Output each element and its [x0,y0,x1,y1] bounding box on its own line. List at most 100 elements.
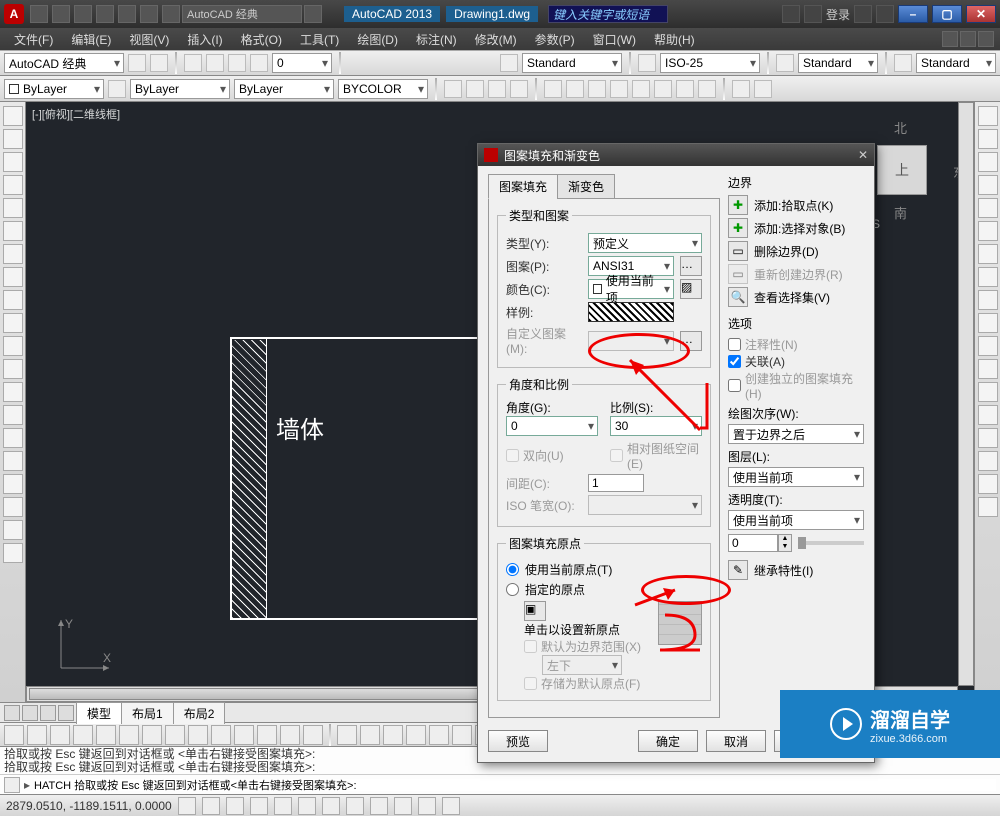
snap-icon[interactable] [4,725,24,745]
tablestyle-icon[interactable] [776,54,794,72]
tool-palette-icon[interactable] [732,80,750,98]
dialog-close-button[interactable]: ✕ [858,148,868,162]
otrack-icon[interactable] [142,725,162,745]
viewcube-south[interactable]: 南 [894,203,907,222]
login-label[interactable]: 登录 [826,6,850,23]
array-icon[interactable] [978,198,998,218]
ellipse-arc-icon[interactable] [3,336,23,356]
menu-window[interactable]: 窗口(W) [585,29,644,50]
arc-icon[interactable] [3,221,23,241]
viewport-icon[interactable] [444,80,462,98]
qat-new-icon[interactable] [30,5,48,23]
exchange-icon[interactable] [854,5,872,23]
menu-file[interactable]: 文件(F) [6,29,61,50]
transparency-stepper[interactable]: ▲▼ [778,534,792,552]
tab-model[interactable]: 模型 [76,702,122,724]
make-block-icon[interactable] [3,382,23,402]
angle-combo[interactable]: 0 [506,416,598,436]
dim-radius-icon[interactable] [429,725,449,745]
annotative-checkbox[interactable] [728,338,741,351]
menu-edit[interactable]: 编辑(E) [63,29,119,50]
viewport3-icon[interactable] [488,80,506,98]
command-line-icon[interactable] [4,777,20,793]
menu-format[interactable]: 格式(O) [233,29,290,50]
polygon-icon[interactable] [3,175,23,195]
viewport-label[interactable]: [-][俯视][二维线框] [32,106,120,122]
qat-saveas-icon[interactable] [96,5,114,23]
dimstyle-combo[interactable]: ISO-25 [660,53,760,73]
command-input[interactable] [34,779,996,791]
sb-ortho-icon[interactable] [250,797,268,815]
point-icon[interactable] [3,405,23,425]
offset-icon[interactable] [978,175,998,195]
qat-plot-icon[interactable] [118,5,136,23]
scale-icon[interactable] [978,267,998,287]
qat-undo-icon[interactable] [140,5,158,23]
break-icon[interactable] [978,382,998,402]
linetype-combo[interactable]: ByLayer [130,79,230,99]
3dosnap-icon[interactable] [119,725,139,745]
mlstyle-combo[interactable]: Standard [916,53,996,73]
blend-icon[interactable] [978,474,998,494]
scale-combo[interactable]: 30 [610,416,702,436]
toolbar-icon[interactable] [150,54,168,72]
add-select-button[interactable]: ✚ [728,218,748,238]
sb-dyn-icon[interactable] [394,797,412,815]
maximize-button[interactable]: ▢ [932,5,962,23]
3dorbit-icon[interactable] [566,80,584,98]
line-icon[interactable] [3,106,23,126]
transparency-slider[interactable] [798,541,864,545]
infocenter-icon[interactable] [782,5,800,23]
help-search-input[interactable]: 键入关键字或短语 [548,5,668,23]
workspace-settings-icon[interactable] [128,54,146,72]
transparency-value-input[interactable] [728,534,778,552]
lwt-icon[interactable] [211,725,231,745]
dim-jogged-icon[interactable] [452,725,472,745]
explode-icon[interactable] [978,497,998,517]
zoom-icon[interactable] [610,80,628,98]
sb-snap-icon[interactable] [202,797,220,815]
layer-freeze-icon[interactable] [228,54,246,72]
layer-props-icon[interactable] [108,80,126,98]
color2-button[interactable]: ▨ [680,279,702,299]
view-selection-button[interactable]: 🔍 [728,287,748,307]
revision-cloud-icon[interactable] [3,267,23,287]
dim-aligned-icon[interactable] [360,725,380,745]
viewport2-icon[interactable] [466,80,484,98]
sb-otrack-icon[interactable] [346,797,364,815]
erase-icon[interactable] [978,106,998,126]
tab-gradient[interactable]: 渐变色 [557,174,615,199]
break-at-point-icon[interactable] [978,359,998,379]
associative-checkbox[interactable] [728,355,741,368]
sb-infer-icon[interactable] [178,797,196,815]
qat-redo-icon[interactable] [162,5,180,23]
region-icon[interactable] [3,474,23,494]
sheet-set-icon[interactable] [754,80,772,98]
coordinates-display[interactable]: 2879.0510, -1189.1511, 0.0000 [6,799,172,813]
construction-line-icon[interactable] [3,129,23,149]
sb-lwt-icon[interactable] [418,797,436,815]
mtext-icon[interactable] [3,520,23,540]
preview-button[interactable]: 预览 [488,730,548,752]
menu-view[interactable]: 视图(V) [121,29,177,50]
tab-next-icon[interactable] [40,705,56,721]
tab-first-icon[interactable] [4,705,20,721]
separate-checkbox[interactable] [728,379,741,392]
copy-icon[interactable] [978,129,998,149]
spacing-input[interactable] [588,474,644,492]
plotstyle-combo[interactable]: BYCOLOR [338,79,428,99]
sb-ducs-icon[interactable] [370,797,388,815]
qat-more-icon[interactable] [304,5,322,23]
layer-state-icon[interactable] [184,54,202,72]
dim-arc-icon[interactable] [383,725,403,745]
join-icon[interactable] [978,405,998,425]
pan-icon[interactable] [588,80,606,98]
ortho-icon[interactable] [50,725,70,745]
am-icon[interactable] [303,725,323,745]
sb-grid-icon[interactable] [226,797,244,815]
tab-hatch[interactable]: 图案填充 [488,174,558,199]
dyn-icon[interactable] [188,725,208,745]
fillet-icon[interactable] [978,451,998,471]
menu-dimension[interactable]: 标注(N) [408,29,465,50]
gradient-icon[interactable] [3,451,23,471]
